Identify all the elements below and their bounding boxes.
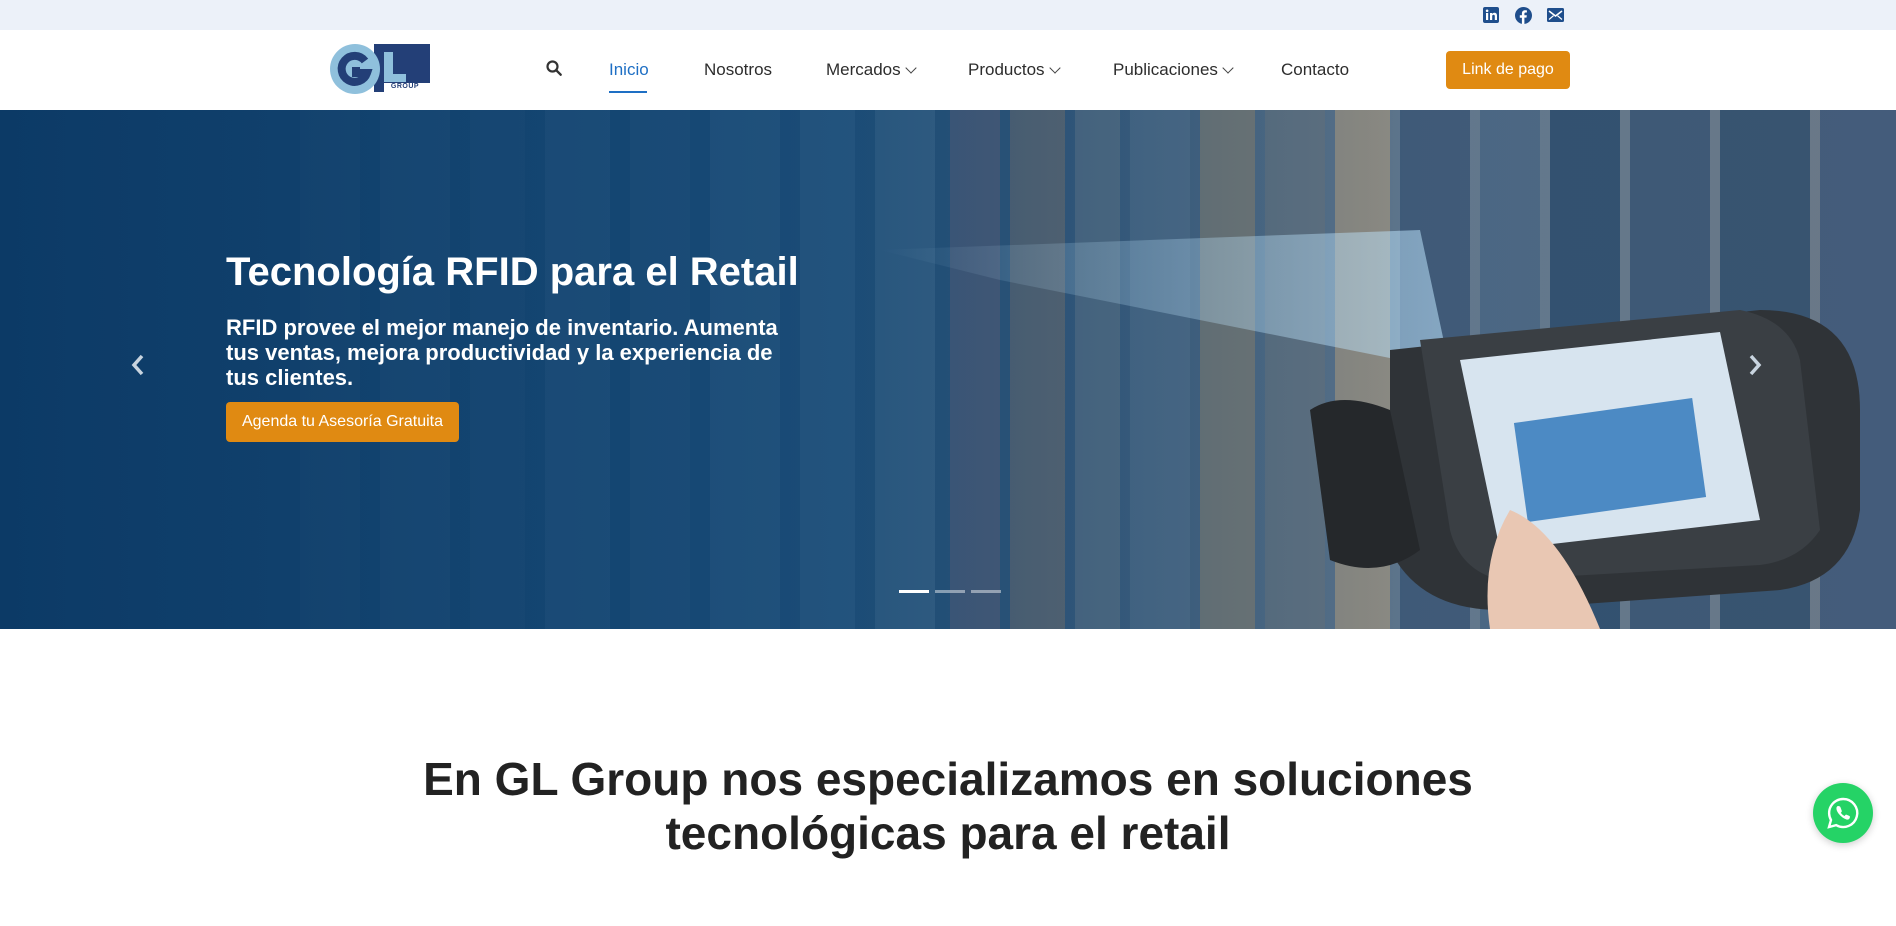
whatsapp-icon[interactable] <box>1813 783 1873 843</box>
nav-mercados[interactable]: Mercados <box>826 60 917 80</box>
facebook-icon[interactable] <box>1513 5 1533 25</box>
hero-carousel: Tecnología RFID para el Retail RFID prov… <box>0 110 1896 629</box>
main-navbar: GROUP Inicio Nosotros Mercados Productos… <box>0 30 1896 111</box>
nav-productos[interactable]: Productos <box>968 60 1061 80</box>
nav-publicaciones-label: Publicaciones <box>1113 60 1218 79</box>
top-bar <box>0 0 1896 30</box>
nav-nosotros-label: Nosotros <box>704 60 773 79</box>
carousel-indicator-1[interactable] <box>899 590 929 593</box>
nav-contacto-label: Contacto <box>1281 60 1350 79</box>
free-consultation-button[interactable]: Agenda tu Asesoría Gratuita <box>226 402 459 442</box>
carousel-indicator-3[interactable] <box>971 590 1001 593</box>
nav-inicio[interactable]: Inicio <box>609 60 649 80</box>
nav-contacto[interactable]: Contacto <box>1281 60 1349 80</box>
hero-title: Tecnología RFID para el Retail <box>226 250 799 294</box>
hero-subtitle: RFID provee el mejor manejo de inventari… <box>226 315 778 390</box>
nav-mercados-label: Mercados <box>826 60 901 79</box>
chevron-down-icon <box>1048 61 1061 74</box>
linkedin-icon[interactable] <box>1481 5 1501 25</box>
nav-publicaciones[interactable]: Publicaciones <box>1113 60 1234 80</box>
nav-inicio-label: Inicio <box>609 60 649 79</box>
chevron-down-icon <box>1222 61 1234 74</box>
logo-tag-text: GROUP <box>390 83 420 90</box>
nav-nosotros[interactable]: Nosotros <box>704 60 772 80</box>
nav-productos-label: Productos <box>968 60 1045 79</box>
mail-icon[interactable] <box>1545 5 1565 25</box>
search-icon[interactable] <box>545 59 567 81</box>
chevron-down-icon <box>904 61 917 74</box>
carousel-indicator-2[interactable] <box>935 590 965 593</box>
gl-group-logo[interactable]: GROUP <box>328 44 430 94</box>
section-headline: En GL Group nos especializamos en soluci… <box>423 753 1473 859</box>
nav-active-underline <box>609 91 647 93</box>
carousel-next-icon[interactable] <box>1740 345 1770 385</box>
carousel-prev-icon[interactable] <box>123 345 153 385</box>
payment-link-button[interactable]: Link de pago <box>1446 51 1570 89</box>
